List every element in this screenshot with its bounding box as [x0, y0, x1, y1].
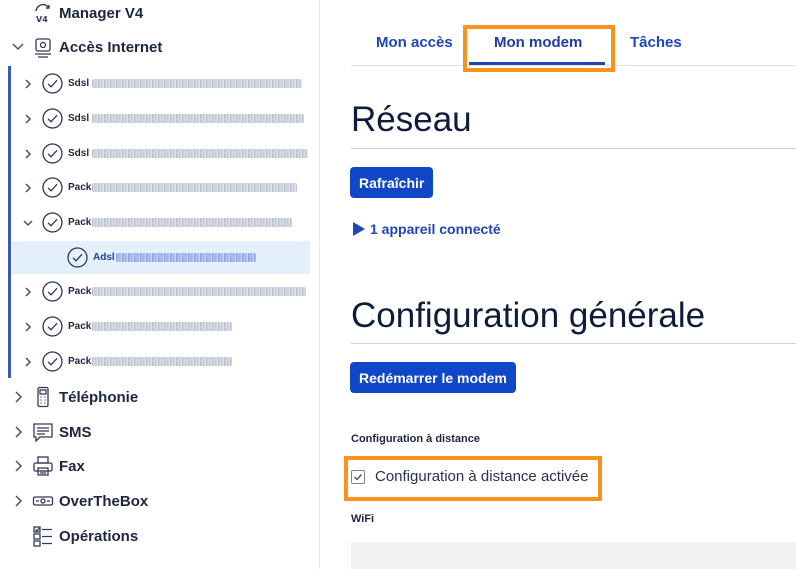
internet-modem-icon	[35, 38, 51, 58]
redacted-text	[92, 287, 306, 296]
caret-right-icon	[353, 222, 365, 236]
tab-mon-acces[interactable]: Mon accès	[376, 34, 453, 51]
remote-config-checkbox[interactable]	[351, 470, 365, 484]
sidebar-item-operations[interactable]: Opérations	[0, 521, 318, 551]
redacted-text	[92, 357, 232, 366]
sidebar-item-telephonie[interactable]: Téléphonie	[0, 382, 318, 412]
chevron-right-icon[interactable]	[22, 78, 34, 90]
chevron-right-icon[interactable]	[11, 390, 25, 404]
chevron-down-icon[interactable]	[22, 217, 34, 229]
redacted-text	[116, 253, 256, 262]
manager-v4-icon: V4	[35, 3, 50, 24]
check-circle-icon	[42, 351, 63, 372]
chevron-right-icon[interactable]	[11, 459, 25, 473]
wifi-panel	[351, 542, 796, 569]
sidebar-item-label: Fax	[59, 457, 85, 475]
access-item-sdsl-3[interactable]: Sdsl	[12, 137, 310, 170]
sidebar-item-label: Téléphonie	[59, 388, 139, 406]
chevron-right-icon[interactable]	[11, 494, 25, 508]
connected-devices-label: 1 appareil connecté	[370, 221, 501, 237]
redacted-text	[92, 79, 302, 88]
sidebar: V4 Manager V4 Accès Internet Sdsl Sdsl S…	[0, 0, 320, 569]
section-title-configuration: Configuration générale	[351, 296, 706, 335]
refresh-button[interactable]: Rafraîchir	[350, 167, 434, 198]
access-kind: Sdsl	[68, 148, 90, 159]
access-item-sdsl-1[interactable]: Sdsl	[12, 67, 310, 100]
divider	[351, 343, 796, 344]
access-kind: Pack	[68, 321, 92, 332]
sidebar-item-manager[interactable]: V4 Manager V4	[0, 0, 318, 28]
chevron-right-icon[interactable]	[22, 182, 34, 194]
access-kind: Adsl	[93, 252, 115, 263]
main-content: Mon accès Mon modem Tâches Réseau Rafraî…	[321, 0, 796, 569]
access-item-pack-1[interactable]: Pack	[12, 171, 310, 204]
chevron-right-icon[interactable]	[22, 356, 34, 368]
redacted-text	[92, 183, 297, 192]
chevron-right-icon[interactable]	[22, 321, 34, 333]
check-circle-icon	[42, 177, 63, 198]
sms-icon	[33, 423, 53, 443]
operations-list-icon	[33, 526, 52, 547]
check-circle-icon	[42, 143, 63, 164]
chevron-right-icon[interactable]	[22, 286, 34, 298]
check-circle-icon	[42, 73, 63, 94]
redacted-text	[92, 114, 304, 123]
access-item-adsl[interactable]: Adsl	[12, 241, 310, 274]
svg-text:V4: V4	[36, 15, 48, 24]
sidebar-item-sms[interactable]: SMS	[0, 417, 318, 447]
sidebar-item-label: OverTheBox	[59, 492, 149, 510]
connected-devices-toggle[interactable]: 1 appareil connecté	[352, 221, 501, 237]
section-title-reseau: Réseau	[351, 100, 472, 139]
access-kind: Pack	[68, 286, 92, 297]
fax-icon	[33, 456, 53, 476]
reboot-modem-button[interactable]: Redémarrer le modem	[350, 362, 516, 393]
chevron-down-icon[interactable]	[11, 40, 25, 54]
access-kind: Sdsl	[68, 78, 90, 89]
chevron-right-icon[interactable]	[11, 425, 25, 439]
check-circle-icon	[42, 316, 63, 337]
check-circle-icon	[42, 108, 63, 129]
sidebar-item-label: SMS	[59, 423, 92, 441]
divider	[351, 148, 796, 149]
phone-icon	[37, 386, 49, 408]
access-kind: Pack	[68, 356, 92, 367]
remote-config-label: Configuration à distance	[351, 433, 480, 445]
tab-highlight-frame	[463, 25, 615, 72]
access-kind: Sdsl	[68, 113, 90, 124]
check-circle-icon	[42, 212, 63, 233]
chevron-right-icon[interactable]	[22, 148, 34, 160]
check-circle-icon	[42, 281, 63, 302]
chevron-right-icon[interactable]	[22, 113, 34, 125]
sidebar-item-label: Manager V4	[59, 4, 144, 22]
remote-config-checkbox-label[interactable]: Configuration à distance activée	[375, 468, 588, 485]
access-kind: Pack	[68, 217, 92, 228]
sidebar-item-label: Accès Internet	[59, 38, 163, 56]
redacted-text	[92, 218, 292, 227]
tab-taches[interactable]: Tâches	[630, 34, 682, 51]
check-circle-icon	[67, 247, 88, 268]
redacted-text	[92, 322, 232, 331]
access-item-sdsl-2[interactable]: Sdsl	[12, 102, 310, 135]
checkmark-icon	[354, 474, 363, 481]
access-item-pack-3[interactable]: Pack	[12, 275, 310, 308]
access-item-pack-4[interactable]: Pack	[12, 310, 310, 343]
wifi-section-label: WiFi	[351, 513, 375, 525]
access-item-pack-5[interactable]: Pack	[12, 345, 310, 378]
internet-group-line	[8, 66, 11, 378]
access-item-pack-2[interactable]: Pack	[12, 206, 310, 239]
sidebar-item-overthebox[interactable]: OverTheBox	[0, 486, 318, 516]
sidebar-item-label: Opérations	[59, 527, 139, 545]
access-kind: Pack	[68, 182, 92, 193]
redacted-text	[92, 149, 308, 158]
sidebar-item-internet[interactable]: Accès Internet	[0, 32, 318, 62]
sidebar-item-fax[interactable]: Fax	[0, 451, 318, 481]
overthebox-icon	[32, 496, 54, 506]
